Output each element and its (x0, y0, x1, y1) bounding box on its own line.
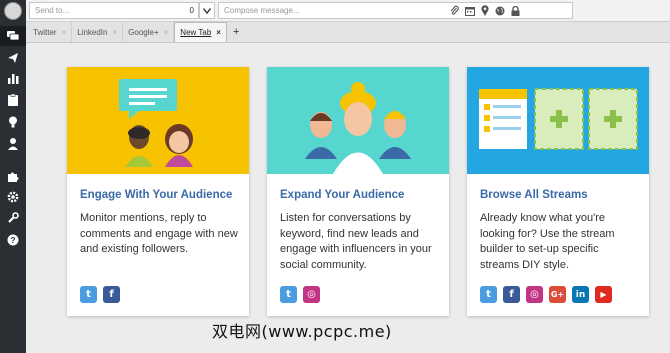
card-title[interactable]: Browse All Streams (480, 189, 588, 201)
tab-label: Google+ (128, 27, 159, 37)
engage-audience-card[interactable]: Engage With Your Audience Monitor mentio… (67, 67, 249, 316)
assignments-nav-icon[interactable] (0, 90, 26, 110)
card-title[interactable]: Engage With Your Audience (80, 189, 232, 201)
send-to-field[interactable]: Send to... 0 (29, 2, 199, 19)
tab-close-icon[interactable]: × (164, 28, 169, 37)
compose-tools (450, 2, 520, 19)
tab-label: New Tab (180, 28, 212, 37)
user-avatar[interactable] (4, 2, 22, 20)
facebook-icon[interactable]: f (103, 286, 120, 303)
publisher-nav-icon[interactable] (0, 48, 26, 68)
settings-gear-icon[interactable] (0, 187, 26, 207)
lock-icon[interactable] (511, 5, 520, 16)
card-description: Already know what you're looking for? Us… (480, 212, 615, 271)
analytics-nav-icon[interactable] (0, 68, 26, 88)
card-illustration (467, 67, 649, 174)
streams-nav-icon[interactable] (0, 26, 26, 46)
instagram-icon[interactable]: ◎ (303, 286, 320, 303)
attachment-icon[interactable] (450, 5, 459, 16)
tab-twitter[interactable]: Twitter × (28, 22, 73, 42)
left-nav-rail: ? (0, 0, 26, 353)
linkedin-icon[interactable]: in (572, 286, 589, 303)
facebook-icon[interactable]: f (503, 286, 520, 303)
card-social-icons: t f (80, 286, 120, 303)
send-to-dropdown-button[interactable] (199, 2, 215, 19)
tab-close-icon[interactable]: × (216, 28, 221, 37)
card-illustration (267, 67, 449, 174)
apps-puzzle-icon[interactable] (0, 167, 26, 187)
expand-audience-card[interactable]: Expand Your Audience Listen for conversa… (267, 67, 449, 316)
add-tab-button[interactable]: + (227, 22, 245, 42)
stream-tabs: Twitter × LinkedIn × Google+ × New Tab ×… (26, 22, 670, 43)
contacts-nav-icon[interactable] (0, 134, 26, 154)
tab-new-tab[interactable]: New Tab × (174, 22, 227, 42)
card-social-icons: t f ◎ G+ in ▶ (480, 286, 612, 303)
tab-label: Twitter (33, 27, 57, 37)
chevron-down-icon (203, 7, 211, 14)
card-title[interactable]: Expand Your Audience (280, 189, 404, 201)
tab-google-plus[interactable]: Google+ × (123, 22, 175, 42)
card-social-icons: t ◎ (280, 286, 320, 303)
tab-linkedin[interactable]: LinkedIn × (72, 22, 124, 42)
tab-close-icon[interactable]: × (112, 28, 117, 37)
tab-label: LinkedIn (77, 27, 108, 37)
twitter-icon[interactable]: t (280, 286, 297, 303)
twitter-icon[interactable]: t (480, 286, 497, 303)
card-illustration (67, 67, 249, 174)
google-plus-icon[interactable]: G+ (549, 286, 566, 303)
youtube-icon[interactable]: ▶ (595, 286, 612, 303)
globe-icon[interactable] (495, 6, 505, 16)
svg-text:?: ? (11, 236, 16, 245)
campaigns-nav-icon[interactable] (0, 112, 26, 132)
tools-wrench-icon[interactable] (0, 208, 26, 228)
help-icon[interactable]: ? (0, 230, 26, 250)
send-to-placeholder: Send to... (35, 6, 70, 15)
compose-placeholder: Compose message... (224, 6, 300, 15)
calendar-icon[interactable] (465, 6, 475, 16)
tab-close-icon[interactable]: × (62, 28, 67, 37)
card-description: Listen for conversations by keyword, fin… (280, 212, 432, 271)
compose-bar: Send to... 0 Compose message... (26, 0, 670, 22)
twitter-icon[interactable]: t (80, 286, 97, 303)
location-pin-icon[interactable] (481, 5, 489, 16)
browse-streams-card[interactable]: Browse All Streams Already know what you… (467, 67, 649, 316)
watermark-text: 双电网(www.pcpc.me) (212, 322, 392, 341)
instagram-icon[interactable]: ◎ (526, 286, 543, 303)
send-to-count: 0 (189, 6, 194, 15)
card-description: Monitor mentions, reply to comments and … (80, 212, 238, 255)
